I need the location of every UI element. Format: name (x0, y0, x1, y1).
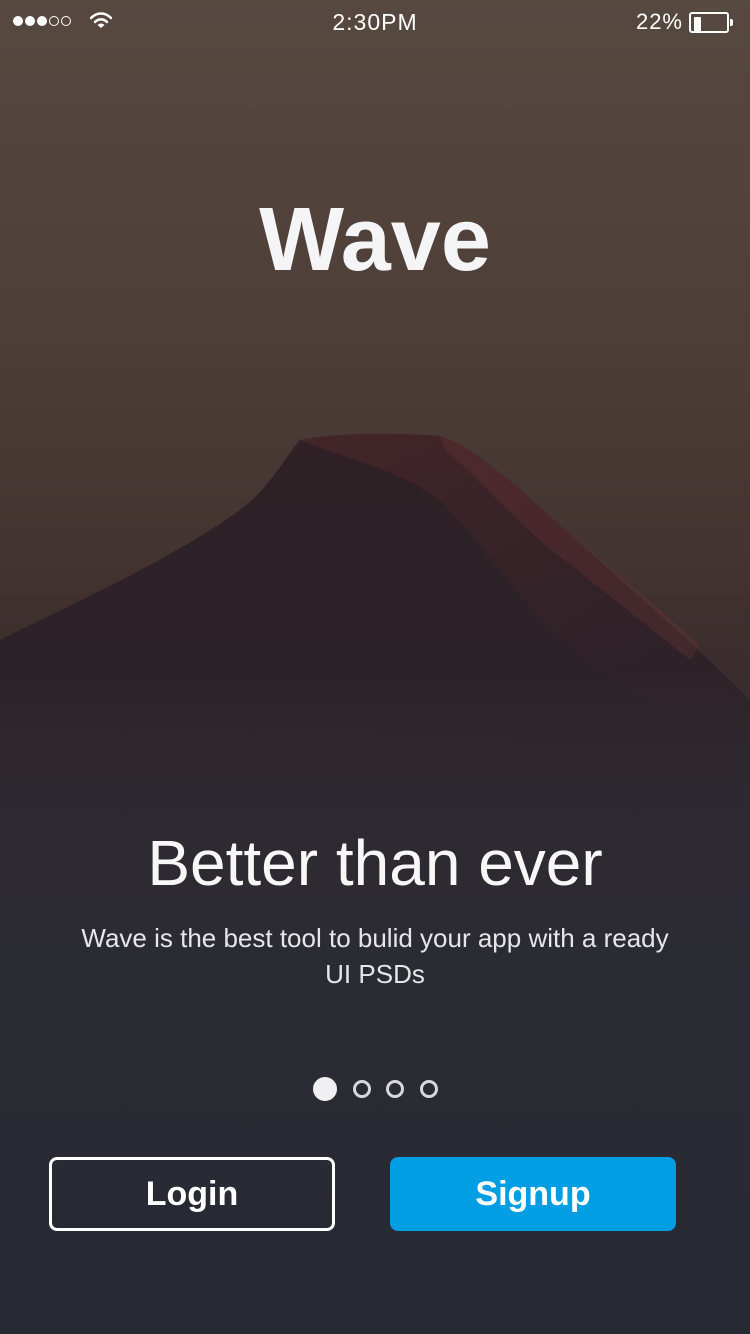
onboarding-screen: 2:30PM 22% Wave Better than ever Wave is… (0, 0, 750, 1334)
login-button[interactable]: Login (49, 1157, 335, 1231)
signup-button[interactable]: Signup (390, 1157, 676, 1231)
page-indicator (0, 1076, 750, 1102)
page-dot[interactable] (353, 1080, 371, 1098)
onboarding-headline: Better than ever (147, 827, 603, 899)
battery-tip (730, 19, 733, 26)
status-bar: 2:30PM 22% (0, 0, 750, 44)
page-dot[interactable] (420, 1080, 438, 1098)
page-dot[interactable] (386, 1080, 404, 1098)
battery-icon (689, 12, 733, 33)
battery-body (689, 12, 729, 33)
onboarding-description: Wave is the best tool to bulid your app … (81, 923, 669, 989)
page-dot-active[interactable] (313, 1077, 337, 1101)
battery-percentage: 22% (635, 9, 683, 34)
battery-level-fill (694, 17, 701, 32)
app-title: Wave (259, 190, 491, 290)
